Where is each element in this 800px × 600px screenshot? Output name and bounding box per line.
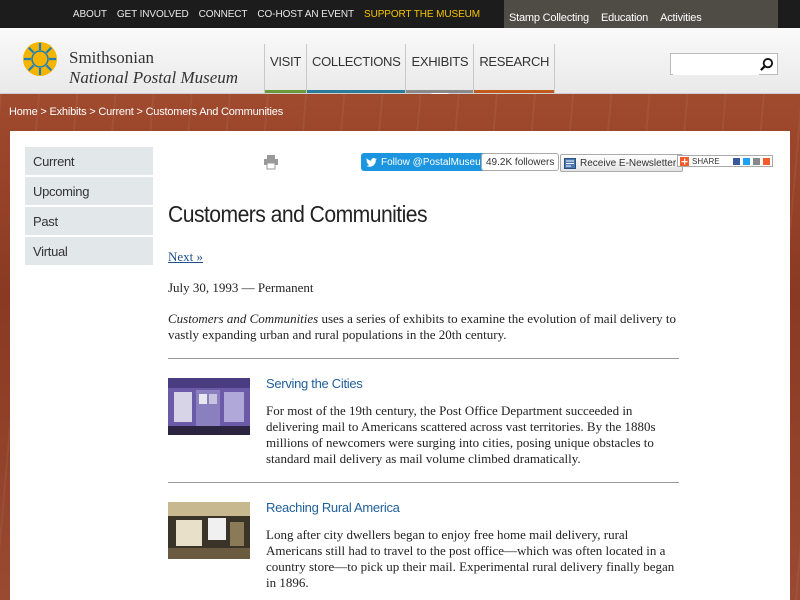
- facebook-icon: [733, 157, 740, 165]
- get-involved-link[interactable]: GET INVOLVED: [112, 9, 194, 20]
- breadcrumb-current[interactable]: Current: [98, 106, 133, 118]
- newsletter-button[interactable]: Receive E-Newsletter: [560, 154, 684, 172]
- intro-paragraph: Customers and Communities uses a series …: [168, 311, 678, 343]
- breadcrumb-home[interactable]: Home: [9, 106, 38, 118]
- logo-text-smithsonian[interactable]: Smithsonian: [69, 48, 154, 68]
- nav-collections-accent: [307, 90, 406, 93]
- content-card: Current Upcoming Past Virtual Follow @Po…: [10, 131, 790, 600]
- search-box: [670, 53, 778, 75]
- serving-the-cities-thumbnail[interactable]: [168, 378, 250, 435]
- main-nav: VISIT COLLECTIONS EXHIBITS RESEARCH: [264, 44, 556, 102]
- nav-exhibits-label: EXHIBITS: [411, 54, 469, 69]
- support-museum-link[interactable]: SUPPORT THE MUSEUM: [359, 9, 504, 20]
- page-title: Customers and Communities: [168, 201, 428, 227]
- nav-research-label: RESEARCH: [479, 54, 550, 69]
- share-button[interactable]: SHARE: [677, 155, 773, 167]
- exhibits-sidenav: Current Upcoming Past Virtual: [25, 147, 153, 267]
- twitter-bird-icon: [366, 157, 377, 167]
- nav-research-accent: [474, 90, 555, 93]
- addthis-plus-icon: [680, 156, 689, 166]
- stamp-collecting-link[interactable]: Stamp Collecting: [509, 12, 589, 24]
- sidenav-item-past[interactable]: Past: [25, 207, 153, 235]
- next-link[interactable]: Next »: [168, 249, 203, 265]
- twitter-follow-label: Follow @PostalMuseum: [381, 156, 489, 168]
- smithsonian-sun-logo-icon[interactable]: [22, 41, 58, 77]
- logo-text-postal-museum[interactable]: National Postal Museum: [69, 68, 238, 88]
- share-label: SHARE: [692, 156, 720, 166]
- nav-visit-accent: [265, 90, 307, 93]
- entry-title-serving-the-cities[interactable]: Serving the Cities: [266, 376, 363, 391]
- follower-count-badge: 49.2K followers: [481, 153, 560, 171]
- utility-links: ABOUT GET INVOLVED CONNECT CO-HOST AN EV…: [0, 0, 504, 28]
- connect-link[interactable]: CONNECT: [194, 9, 253, 20]
- nav-exhibits[interactable]: EXHIBITS: [405, 44, 474, 102]
- twitter-small-icon: [743, 157, 750, 165]
- twitter-follow-button[interactable]: Follow @PostalMuseum: [361, 153, 495, 171]
- sidenav-item-current[interactable]: Current: [25, 147, 153, 175]
- exhibit-date: July 30, 1993 — Permanent: [168, 280, 314, 295]
- site-header: Smithsonian National Postal Museum VISIT…: [0, 28, 800, 102]
- newsletter-label: Receive E-Newsletter: [580, 157, 677, 169]
- co-host-event-link[interactable]: CO-HOST AN EVENT: [252, 9, 359, 20]
- print-icon[interactable]: [263, 154, 279, 170]
- nav-collections-label: COLLECTIONS: [312, 54, 401, 69]
- entry-text-reaching-rural-america: Long after city dwellers began to enjoy …: [266, 527, 675, 590]
- nav-visit-label: VISIT: [270, 54, 302, 69]
- divider: [168, 358, 679, 359]
- activities-link[interactable]: Activities: [660, 12, 702, 24]
- about-link[interactable]: ABOUT: [68, 9, 112, 20]
- newsletter-icon: [564, 157, 576, 169]
- nav-research[interactable]: RESEARCH: [473, 44, 556, 93]
- intro-exhibit-name: Customers and Communities: [168, 311, 319, 326]
- sidenav-item-upcoming[interactable]: Upcoming: [25, 177, 153, 205]
- breadcrumb-page: Customers And Communities: [145, 106, 284, 118]
- reaching-rural-america-thumbnail[interactable]: [168, 502, 250, 559]
- education-link[interactable]: Education: [601, 12, 648, 24]
- nav-collections[interactable]: COLLECTIONS: [306, 44, 406, 93]
- breadcrumb: Home > Exhibits > Current > Customers An…: [9, 106, 284, 118]
- breadcrumb-exhibits[interactable]: Exhibits: [49, 106, 86, 118]
- entry-title-reaching-rural-america[interactable]: Reaching Rural America: [266, 500, 400, 515]
- search-input[interactable]: [673, 55, 759, 75]
- sidenav-item-virtual[interactable]: Virtual: [25, 237, 153, 265]
- entry-text-serving-the-cities: For most of the 19th century, the Post O…: [266, 403, 656, 466]
- more-share-icon: [763, 157, 770, 165]
- nav-visit[interactable]: VISIT: [264, 44, 307, 93]
- search-icon[interactable]: [759, 57, 774, 72]
- divider: [168, 482, 679, 483]
- email-icon: [753, 157, 760, 165]
- top-utility-bar: ABOUT GET INVOLVED CONNECT CO-HOST AN EV…: [0, 0, 800, 36]
